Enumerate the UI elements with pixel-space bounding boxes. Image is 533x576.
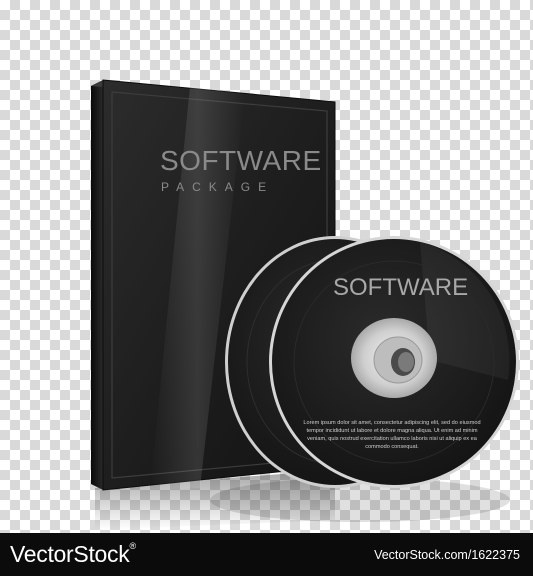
disc-body-text: Lorem ipsum dolor sit amet, consectetur … (303, 420, 481, 450)
brand-name: VectorStock (10, 541, 130, 567)
trademark-symbol: ® (129, 541, 136, 551)
box-subtitle: PACKAGE (161, 180, 275, 194)
case-spine (91, 80, 103, 490)
image-credit-link[interactable]: VectorStock.com/1622375 (374, 548, 520, 562)
footer-bar: VectorStock® VectorStock.com/1622375 (0, 533, 533, 576)
brand-logo[interactable]: VectorStock® (10, 541, 136, 568)
disc-title: SOFTWARE (333, 274, 469, 301)
software-package-illustration (91, 79, 519, 530)
product-image: SOFTWARE PACKAGE SOFTWARE Lorem ipsum do… (0, 0, 533, 533)
box-title: SOFTWARE (160, 145, 322, 176)
